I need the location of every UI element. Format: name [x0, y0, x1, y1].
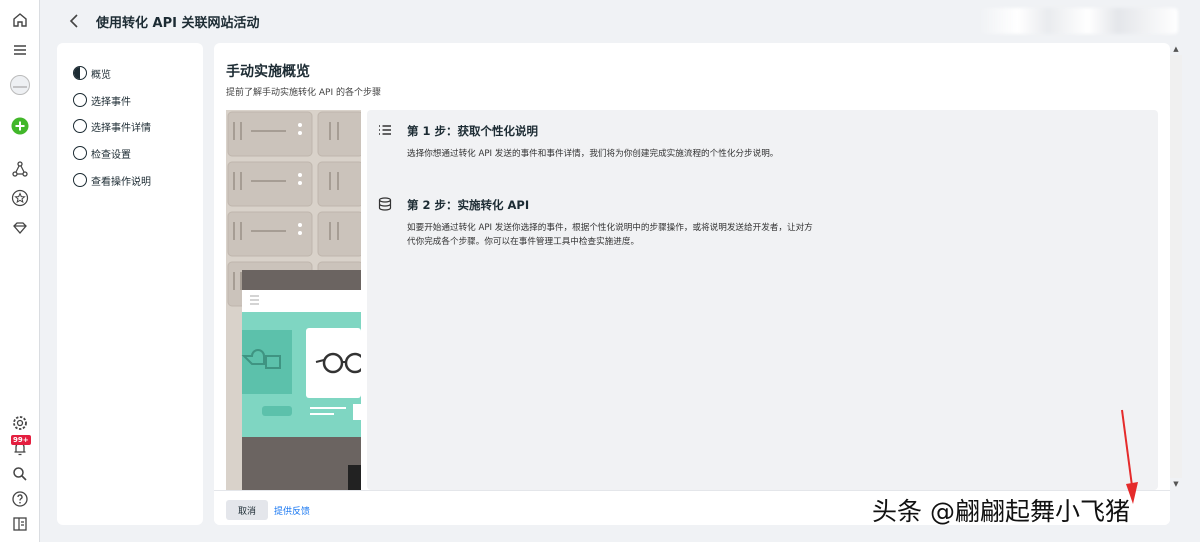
create-plus-icon[interactable]	[8, 114, 32, 138]
implementation-steps-box: 第 1 步：获取个性化说明 选择你想通过转化 API 发送的事件和事件详情，我们…	[367, 110, 1158, 490]
home-icon[interactable]	[8, 8, 32, 32]
step-label: 查看操作说明	[91, 176, 151, 188]
steps-nav-panel: 概览 选择事件 选择事件详情 检查设置 查看操作说明	[57, 43, 203, 525]
empty-circle-icon	[73, 93, 87, 107]
database-icon	[377, 196, 393, 212]
step-review-settings[interactable]: 检查设置	[73, 145, 131, 161]
step-1-title: 第 1 步：获取个性化说明	[407, 124, 539, 138]
watermark-text: 头条 @翩翩起舞小飞猪	[872, 497, 1130, 526]
half-filled-circle-icon	[73, 66, 87, 80]
settings-gear-icon[interactable]	[8, 411, 32, 435]
server-rack-illustration	[226, 110, 361, 490]
step-2-title: 第 2 步：实施转化 API	[407, 198, 530, 212]
panel-toggle-icon[interactable]	[8, 512, 32, 536]
empty-circle-icon	[73, 173, 87, 187]
cancel-button[interactable]: 取消	[226, 500, 268, 520]
step-overview[interactable]: 概览	[73, 65, 111, 81]
step-view-instructions[interactable]: 查看操作说明	[73, 172, 151, 188]
section-subtitle: 提前了解手动实施转化 API 的各个步骤	[226, 88, 381, 98]
illustration-image	[226, 110, 361, 490]
scroll-down-icon[interactable]: ▼	[1170, 478, 1182, 490]
menu-icon[interactable]	[8, 38, 32, 62]
notifications-bell-icon[interactable]: 99+	[8, 435, 32, 460]
back-chevron-icon[interactable]	[66, 12, 84, 30]
scroll-up-icon[interactable]: ▲	[1170, 43, 1182, 55]
step-2-description: 如要开始通过转化 API 发送你选择的事件，根据个性化说明中的步骤操作，或将说明…	[407, 223, 813, 247]
step-label: 选择事件	[91, 96, 131, 108]
main-card: 手动实施概览 提前了解手动实施转化 API 的各个步骤 第 1 步：获取个性化说…	[214, 43, 1170, 525]
step-1-description: 选择你想通过转化 API 发送的事件和事件详情，我们将为你创建完成实施流程的个性…	[407, 149, 779, 159]
feedback-link[interactable]: 提供反馈	[274, 504, 310, 517]
step-label: 概览	[91, 69, 111, 81]
empty-circle-icon	[73, 119, 87, 133]
page-title: 使用转化 API 关联网站活动	[96, 16, 260, 31]
section-title: 手动实施概览	[226, 64, 310, 80]
left-nav-rail: 99+	[0, 0, 40, 542]
star-icon[interactable]	[8, 186, 32, 210]
list-icon	[377, 122, 393, 138]
diamond-icon[interactable]	[8, 216, 32, 240]
step-label: 检查设置	[91, 149, 131, 161]
step-select-events[interactable]: 选择事件	[73, 92, 131, 108]
help-icon[interactable]	[8, 487, 32, 511]
top-bar: 使用转化 API 关联网站活动	[40, 0, 1200, 42]
search-icon[interactable]	[8, 462, 32, 486]
account-avatar[interactable]	[8, 73, 32, 97]
step-select-event-details[interactable]: 选择事件详情	[73, 118, 151, 134]
vertical-scrollbar[interactable]: ▲ ▼	[1170, 43, 1182, 490]
blurred-account-area	[978, 8, 1178, 34]
empty-circle-icon	[73, 146, 87, 160]
notification-badge: 99+	[11, 435, 31, 445]
step-label: 选择事件详情	[91, 122, 151, 134]
network-icon[interactable]	[8, 157, 32, 181]
